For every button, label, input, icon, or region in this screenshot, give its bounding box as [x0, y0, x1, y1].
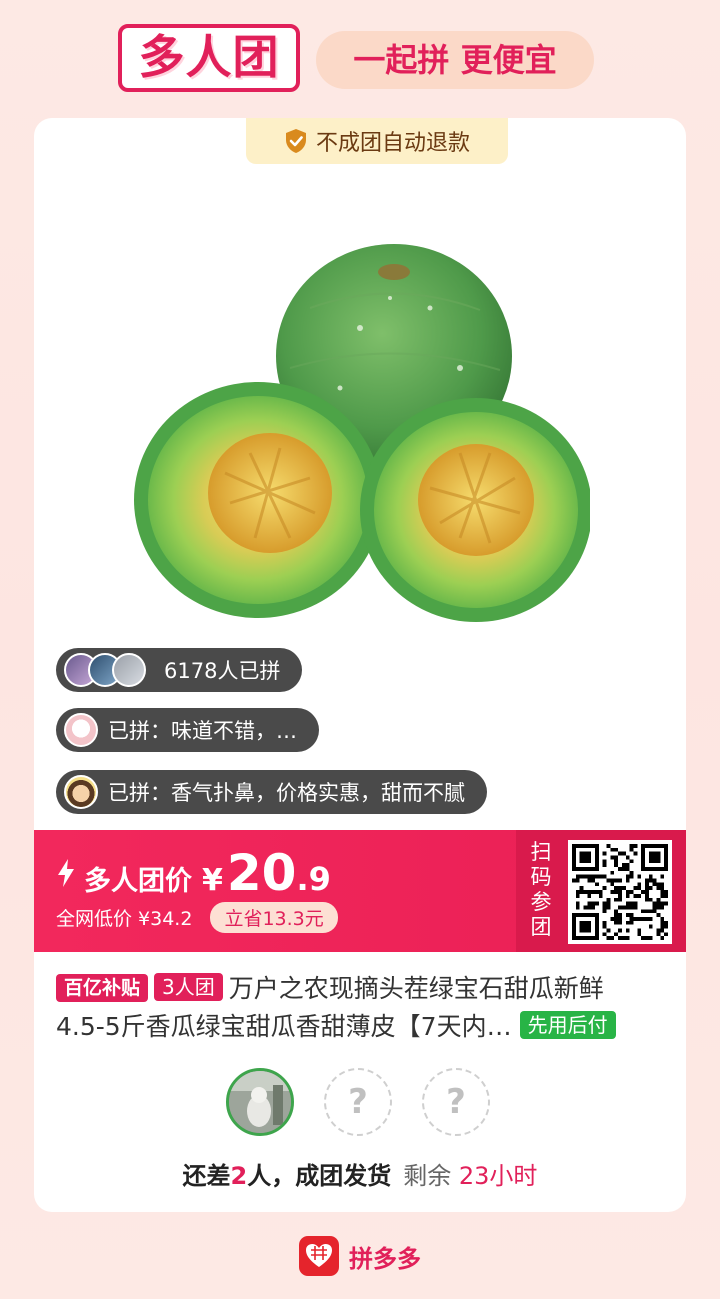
avatar: [64, 775, 98, 809]
lightning-icon: [58, 859, 74, 887]
avatar-stack: [64, 653, 154, 687]
page-header: 多人团 一起拼 更便宜: [0, 0, 720, 110]
price-banner: 多人团价 ¥ 20 .9 全网低价 ¥34.2 立省13.3元 扫码参团: [34, 830, 686, 952]
review-text: 已拼：味道不错，…: [108, 719, 297, 743]
review-pill: 已拼：香气扑鼻，价格实惠，甜而不腻: [56, 770, 487, 814]
melon-half-left: [134, 382, 382, 618]
review-pill: 已拼：味道不错，…: [56, 708, 319, 752]
title-line-1: 万户之农现摘头茬绿宝石甜瓜新鲜: [228, 974, 604, 1003]
melon-half-right: [360, 398, 590, 622]
price-decimal: .9: [296, 860, 331, 898]
price-block: 多人团价 ¥ 20 .9 全网低价 ¥34.2 立省13.3元: [56, 848, 338, 933]
group-size-tag: 3人团: [154, 973, 223, 1001]
product-title[interactable]: 百亿补贴 3人团 万户之农现摘头茬绿宝石甜瓜新鲜 4.5-5斤香瓜绿宝甜瓜香甜薄皮【…: [56, 970, 668, 1046]
subsidy-tag: 百亿补贴: [56, 974, 149, 1002]
question-icon: ?: [446, 1082, 466, 1122]
product-image[interactable]: [130, 238, 590, 638]
member-slot-empty[interactable]: ?: [324, 1068, 392, 1136]
brand-name: 拼多多: [349, 1244, 421, 1273]
slogan-pill: 一起拼 更便宜: [316, 31, 594, 89]
scan-label: 扫码参团: [530, 840, 552, 939]
joined-count-text: 6178人已拼: [164, 659, 281, 683]
status-count: 2: [230, 1162, 248, 1190]
question-icon: ?: [348, 1082, 368, 1122]
qr-code[interactable]: [568, 840, 672, 944]
title-line-2: 4.5-5斤香瓜绿宝甜瓜香甜薄皮【7天内…: [56, 1012, 512, 1041]
remaining-time: 23小时: [458, 1162, 538, 1190]
review-text: 已拼：香气扑鼻，价格实惠，甜而不腻: [108, 781, 465, 805]
pinduoduo-logo-icon: [299, 1236, 339, 1276]
footer-brand: 拼多多: [0, 1234, 720, 1278]
avatar: [64, 713, 98, 747]
save-tag: 立省13.3元: [210, 902, 338, 933]
price-integer: 20: [226, 844, 297, 902]
avatar: [112, 653, 146, 687]
price-label: 多人团价: [84, 866, 192, 897]
status-prefix: 还差: [182, 1162, 231, 1190]
group-buy-logo: 多人团: [118, 24, 300, 92]
product-card[interactable]: 不成团自动退款 6178人已拼 已拼：味道不错，… 已拼：香气扑鼻，价格实惠，甜…: [34, 118, 686, 1212]
status-suffix: 人，成团发货: [247, 1162, 392, 1190]
member-avatar: [229, 1071, 291, 1133]
refund-badge-text: 不成团自动退款: [315, 131, 470, 156]
member-slot-empty[interactable]: ?: [422, 1068, 490, 1136]
shield-check-icon: [285, 129, 306, 153]
market-price: 全网低价 ¥34.2: [56, 908, 193, 930]
currency-symbol: ¥: [202, 863, 223, 898]
joined-count-pill: 6178人已拼: [56, 648, 303, 692]
scan-to-join[interactable]: 扫码参团: [516, 830, 686, 952]
pay-later-tag: 先用后付: [519, 1011, 616, 1039]
refund-badge: 不成团自动退款: [246, 118, 508, 164]
group-status: 还差2人，成团发货 剩余 23小时: [34, 1156, 686, 1191]
member-slot-filled: [226, 1068, 294, 1136]
remaining-label: 剩余: [403, 1162, 452, 1190]
